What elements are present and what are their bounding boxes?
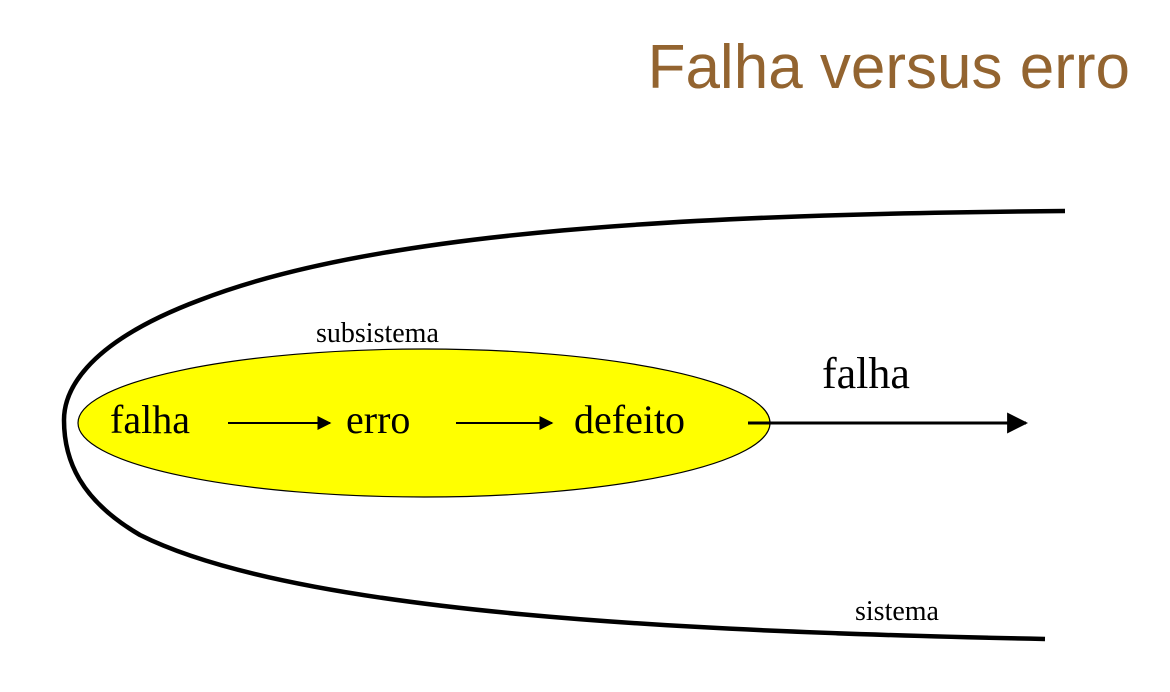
system-label: sistema	[855, 596, 940, 627]
fault-error-diagram: subsistema falha erro defeito falha sist…	[61, 208, 1066, 642]
chain-item-erro: erro	[346, 397, 410, 442]
chain-item-falha: falha	[110, 397, 190, 442]
chain-item-defeito: defeito	[574, 397, 685, 442]
subsystem-label: subsistema	[316, 318, 439, 349]
output-label: falha	[822, 349, 910, 398]
